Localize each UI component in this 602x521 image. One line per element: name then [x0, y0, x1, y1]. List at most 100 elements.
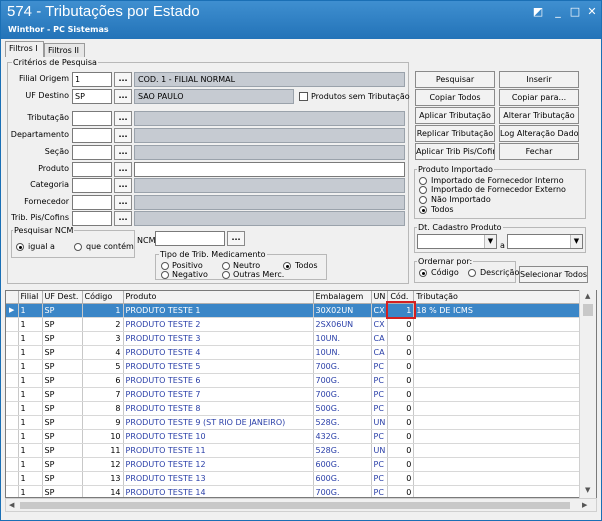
cell-un[interactable]: CA: [371, 331, 389, 346]
outras-merc-radio[interactable]: [222, 271, 230, 279]
cell-cod[interactable]: 0: [387, 485, 415, 497]
cell-filial[interactable]: 1: [18, 331, 43, 346]
cell-produto[interactable]: PRODUTO TESTE 1: [123, 303, 314, 318]
fornecedor-browse-button[interactable]: ...: [114, 195, 132, 210]
cell-produto[interactable]: PRODUTO TESTE 12: [123, 457, 314, 472]
copiar-para-button[interactable]: Copiar para...: [499, 89, 579, 106]
results-grid[interactable]: Filial UF Dest. Código Produto Embalagem…: [5, 290, 597, 498]
scroll-thumb[interactable]: [583, 304, 593, 316]
tributacao-input[interactable]: [72, 111, 112, 126]
cell-embalagem[interactable]: 528G.: [313, 415, 372, 430]
table-row[interactable]: 1 SP 6 PRODUTO TESTE 6 700G. PC 0: [6, 373, 581, 388]
cell-uf-dest[interactable]: SP: [42, 373, 83, 388]
cell-produto[interactable]: PRODUTO TESTE 2: [123, 317, 314, 332]
cell-produto[interactable]: PRODUTO TESTE 14: [123, 485, 314, 497]
cell-codigo[interactable]: 14: [82, 485, 124, 497]
uf-destino-input[interactable]: SP: [72, 89, 112, 104]
cell-uf-dest[interactable]: SP: [42, 457, 83, 472]
aplicar-trib-pis-button[interactable]: Aplicar Trib Pis/Cofins: [415, 143, 495, 160]
cell-codigo[interactable]: 12: [82, 457, 124, 472]
cell-un[interactable]: PC: [371, 387, 389, 402]
nao-importado-radio[interactable]: [419, 196, 427, 204]
cell-cod[interactable]: 0: [387, 359, 415, 374]
cell-produto[interactable]: PRODUTO TESTE 4: [123, 345, 314, 360]
dt-cadastro-start-date[interactable]: ▼: [417, 234, 497, 249]
copiar-todos-button[interactable]: Copiar Todos: [415, 89, 495, 106]
cell-codigo[interactable]: 3: [82, 331, 124, 346]
neutro-radio[interactable]: [222, 262, 230, 270]
cell-embalagem[interactable]: 700G.: [313, 359, 372, 374]
cell-codigo[interactable]: 7: [82, 387, 124, 402]
cell-un[interactable]: PC: [371, 373, 389, 388]
cell-codigo[interactable]: 1: [82, 303, 124, 318]
categoria-input[interactable]: [72, 178, 112, 193]
cell-filial[interactable]: 1: [18, 429, 43, 444]
cell-tributacao[interactable]: [413, 443, 581, 458]
negativo-radio[interactable]: [161, 271, 169, 279]
trib-pis-cofins-input[interactable]: [72, 211, 112, 226]
cell-tributacao[interactable]: [413, 415, 581, 430]
replicar-tributacao-button[interactable]: Replicar Tributação: [415, 125, 495, 142]
cell-un[interactable]: UN: [371, 415, 389, 430]
cell-filial[interactable]: 1: [18, 303, 43, 318]
cell-cod[interactable]: 0: [387, 457, 415, 472]
cell-tributacao[interactable]: [413, 485, 581, 497]
cell-tributacao[interactable]: [413, 359, 581, 374]
cell-produto[interactable]: PRODUTO TESTE 5: [123, 359, 314, 374]
cell-embalagem[interactable]: 10UN.: [313, 331, 372, 346]
scroll-down-icon[interactable]: ▼: [585, 486, 590, 494]
cell-codigo[interactable]: 13: [82, 471, 124, 486]
cell-uf-dest[interactable]: SP: [42, 429, 83, 444]
cell-embalagem[interactable]: 2SX06UN: [313, 317, 372, 332]
cell-embalagem[interactable]: 432G.: [313, 429, 372, 444]
table-row[interactable]: 1 SP 4 PRODUTO TESTE 4 10UN. CA 0: [6, 345, 581, 360]
cell-produto[interactable]: PRODUTO TESTE 11: [123, 443, 314, 458]
cell-cod[interactable]: 0: [387, 373, 415, 388]
table-row[interactable]: 1 SP 5 PRODUTO TESTE 5 700G. PC 0: [6, 359, 581, 374]
cell-embalagem[interactable]: 10UN.: [313, 345, 372, 360]
cell-tributacao[interactable]: [413, 429, 581, 444]
column-header-tributacao[interactable]: Tributação: [413, 291, 581, 304]
dropdown-arrow-icon[interactable]: ▼: [484, 235, 496, 248]
ncm-contem-radio[interactable]: [74, 243, 82, 251]
ordenar-codigo-radio[interactable]: [419, 269, 427, 277]
cell-codigo[interactable]: 11: [82, 443, 124, 458]
table-row[interactable]: 1 SP 9 PRODUTO TESTE 9 (ST RIO DE JANEIRO) 5…: [6, 415, 581, 430]
secao-browse-button[interactable]: ...: [114, 145, 132, 160]
cell-codigo[interactable]: 4: [82, 345, 124, 360]
cell-cod[interactable]: 1: [385, 301, 416, 319]
cell-un[interactable]: PC: [371, 401, 389, 416]
categoria-browse-button[interactable]: ...: [114, 178, 132, 193]
cell-codigo[interactable]: 2: [82, 317, 124, 332]
cell-un[interactable]: PC: [371, 429, 389, 444]
maximize-icon[interactable]: □: [567, 5, 583, 19]
cell-cod[interactable]: 0: [387, 471, 415, 486]
cell-filial[interactable]: 1: [18, 345, 43, 360]
filial-origem-browse-button[interactable]: ...: [114, 72, 132, 87]
cell-produto[interactable]: PRODUTO TESTE 8: [123, 401, 314, 416]
cell-filial[interactable]: 1: [18, 415, 43, 430]
column-header-produto[interactable]: Produto: [123, 291, 314, 304]
column-header-codigo[interactable]: Código: [82, 291, 124, 304]
table-row[interactable]: 1 SP 2 PRODUTO TESTE 2 2SX06UN CX 0: [6, 317, 581, 332]
positivo-radio[interactable]: [161, 262, 169, 270]
cell-filial[interactable]: 1: [18, 317, 43, 332]
cell-un[interactable]: CA: [371, 345, 389, 360]
table-row[interactable]: 1 SP 7 PRODUTO TESTE 7 700G. PC 0: [6, 387, 581, 402]
cell-un[interactable]: CX: [371, 303, 389, 318]
cell-embalagem[interactable]: 500G.: [313, 401, 372, 416]
cell-produto[interactable]: PRODUTO TESTE 6: [123, 373, 314, 388]
tributacao-browse-button[interactable]: ...: [114, 111, 132, 126]
cell-tributacao[interactable]: [413, 387, 581, 402]
cell-embalagem[interactable]: 528G.: [313, 443, 372, 458]
departamento-input[interactable]: [72, 128, 112, 143]
log-alteracao-button[interactable]: Log Alteração Dados: [499, 125, 579, 142]
cell-embalagem[interactable]: 600G.: [313, 457, 372, 472]
cell-codigo[interactable]: 9: [82, 415, 124, 430]
cell-embalagem[interactable]: 700G.: [313, 387, 372, 402]
ncm-input[interactable]: [155, 231, 225, 246]
cell-tributacao[interactable]: [413, 331, 581, 346]
cell-uf-dest[interactable]: SP: [42, 387, 83, 402]
fechar-button[interactable]: Fechar: [499, 143, 579, 160]
ordenar-descricao-radio[interactable]: [468, 269, 476, 277]
